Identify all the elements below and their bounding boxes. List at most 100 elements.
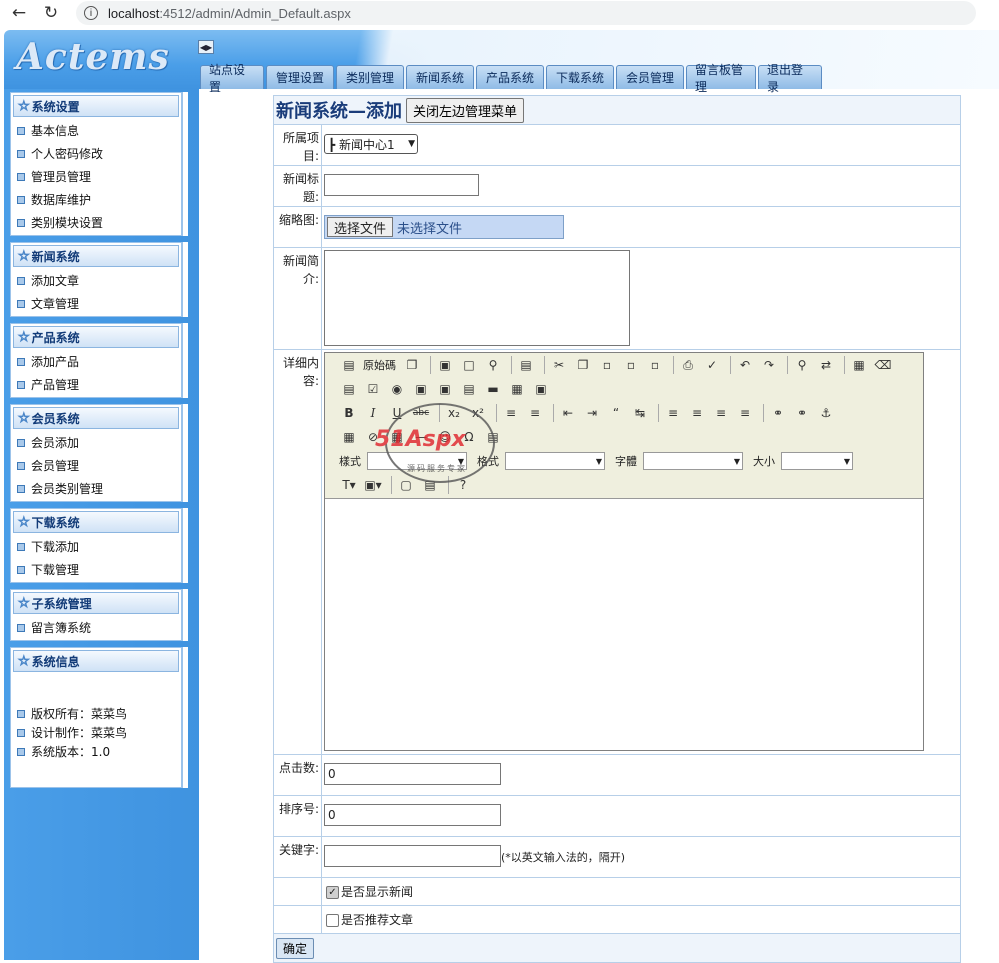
source-icon[interactable]: ▤ xyxy=(339,356,359,374)
undo-icon[interactable]: ↶ xyxy=(735,356,755,374)
maximize-icon[interactable]: ▢ xyxy=(396,476,416,494)
sidebar-item-manage-products[interactable]: 产品管理 xyxy=(11,373,181,396)
sidebar-item-manage-downloads[interactable]: 下载管理 xyxy=(11,558,181,581)
back-icon[interactable]: ← xyxy=(6,2,32,24)
tab-downloads[interactable]: 下载系统 xyxy=(546,65,614,89)
outdent-icon[interactable]: ⇤ xyxy=(558,404,578,422)
keywords-input[interactable] xyxy=(324,845,501,867)
indent-icon[interactable]: ⇥ xyxy=(582,404,602,422)
order-input[interactable]: 0 xyxy=(324,804,501,826)
tab-admin-settings[interactable]: 管理设置 xyxy=(266,65,334,89)
toolbar-row: ▤ ☑ ◉ ▣ ▣ ▤ ▬ ▦ ▣ xyxy=(325,377,923,401)
link-icon[interactable]: ⚭ xyxy=(768,404,788,422)
eraser-icon[interactable]: ⌫ xyxy=(873,356,893,374)
tab-products[interactable]: 产品系统 xyxy=(476,65,544,89)
font-select[interactable]: ▼ xyxy=(643,452,743,470)
hidden-field-icon[interactable]: ▣ xyxy=(531,380,551,398)
select-field-icon[interactable]: ▤ xyxy=(459,380,479,398)
toggle-sidebar-icon[interactable]: ◀▶ xyxy=(198,40,214,54)
recommend-checkbox[interactable] xyxy=(326,914,339,927)
intro-textarea[interactable] xyxy=(324,250,630,346)
replace-icon[interactable]: ⇄ xyxy=(816,356,836,374)
info-icon[interactable]: i xyxy=(84,6,98,20)
tab-logout[interactable]: 退出登录 xyxy=(758,63,822,94)
sidebar-item-add-member[interactable]: 会员添加 xyxy=(11,431,181,454)
bg-color-icon[interactable]: ▣▾ xyxy=(363,476,383,494)
title-label: 新闻标题: xyxy=(274,166,322,206)
copy-icon[interactable]: ❐ xyxy=(573,356,593,374)
find-icon[interactable]: ⚲ xyxy=(792,356,812,374)
justify-icon[interactable]: ≡ xyxy=(735,404,755,422)
sidebar-item-admins[interactable]: 管理员管理 xyxy=(11,165,181,188)
format-select[interactable]: ▼ xyxy=(505,452,605,470)
spellcheck-icon[interactable]: ✓ xyxy=(702,356,722,374)
template-icon[interactable]: ▤ xyxy=(516,356,536,374)
sidebar-item-member-categories[interactable]: 会员类别管理 xyxy=(11,477,181,500)
sidebar-item-password[interactable]: 个人密码修改 xyxy=(11,142,181,165)
preview-icon[interactable]: ⚲ xyxy=(483,356,503,374)
sidebar-item-category-modules[interactable]: 类别模块设置 xyxy=(11,211,181,234)
unordered-list-icon[interactable]: ≡ xyxy=(525,404,545,422)
show-news-checkbox[interactable]: ✓ xyxy=(326,886,339,899)
submit-button[interactable]: 确定 xyxy=(276,938,315,959)
bold-icon[interactable]: B xyxy=(339,404,359,422)
align-center-icon[interactable]: ≡ xyxy=(687,404,707,422)
text-color-icon[interactable]: T▾ xyxy=(339,476,359,494)
image-button-icon[interactable]: ▦ xyxy=(507,380,527,398)
sidebar-item-guestbook[interactable]: 留言簿系统 xyxy=(11,616,181,639)
tab-members[interactable]: 会员管理 xyxy=(616,65,684,89)
section-title: ☆ 产品系统 xyxy=(13,326,179,348)
image-icon[interactable]: ▦ xyxy=(339,428,359,446)
editor-toolbar: ▤ 原始碼 ❐ ▣ □ ⚲ ▤ ✂ ❐ ▫ ▫ ▫ ⎙ ✓ ↶ ↷ ⚲ ⇄ ▦ … xyxy=(325,353,923,499)
size-select[interactable]: ▼ xyxy=(781,452,853,470)
tab-category[interactable]: 类别管理 xyxy=(336,65,404,89)
cut-icon[interactable]: ✂ xyxy=(549,356,569,374)
blockquote-icon[interactable]: “ xyxy=(606,404,626,422)
textfield-icon[interactable]: ▣ xyxy=(411,380,431,398)
category-select[interactable]: ┣ 新闻中心1 ▼ xyxy=(324,134,418,154)
thumbnail-file-input[interactable]: 选择文件 未选择文件 xyxy=(324,215,564,239)
choose-file-button[interactable]: 选择文件 xyxy=(327,217,394,237)
sidebar-item-add-article[interactable]: 添加文章 xyxy=(11,269,181,292)
checkbox-icon[interactable]: ☑ xyxy=(363,380,383,398)
tab-guestbook[interactable]: 留言板管理 xyxy=(686,63,756,94)
button-field-icon[interactable]: ▬ xyxy=(483,380,503,398)
close-menu-button[interactable]: 关闭左边管理菜单 xyxy=(406,97,525,123)
address-bar[interactable]: i localhost:4512/admin/Admin_Default.asp… xyxy=(76,1,976,25)
reload-icon[interactable]: ↻ xyxy=(38,2,64,24)
form-icon[interactable]: ▤ xyxy=(339,380,359,398)
sidebar-item-database[interactable]: 数据库维护 xyxy=(11,188,181,211)
save-icon[interactable]: ▣ xyxy=(435,356,455,374)
source-label[interactable]: 原始碼 xyxy=(363,357,396,373)
sidebar-item-add-product[interactable]: 添加产品 xyxy=(11,350,181,373)
italic-icon[interactable]: I xyxy=(363,404,383,422)
new-page-icon[interactable]: □ xyxy=(459,356,479,374)
ordered-list-icon[interactable]: ≡ xyxy=(501,404,521,422)
radio-icon[interactable]: ◉ xyxy=(387,380,407,398)
paste-icon[interactable]: ▫ xyxy=(597,356,617,374)
print-icon[interactable]: ⎙ xyxy=(678,356,698,374)
sidebar-item-basic-info[interactable]: 基本信息 xyxy=(11,119,181,142)
sidebar-item-add-download[interactable]: 下载添加 xyxy=(11,535,181,558)
sidebar-item-manage-articles[interactable]: 文章管理 xyxy=(11,292,181,315)
tab-site-settings[interactable]: 站点设置 xyxy=(200,63,264,94)
align-right-icon[interactable]: ≡ xyxy=(711,404,731,422)
sidebar-item-manage-members[interactable]: 会员管理 xyxy=(11,454,181,477)
textarea-icon[interactable]: ▣ xyxy=(435,380,455,398)
clicks-input[interactable]: 0 xyxy=(324,763,501,785)
align-left-icon[interactable]: ≡ xyxy=(663,404,683,422)
redo-icon[interactable]: ↷ xyxy=(759,356,779,374)
paste-text-icon[interactable]: ▫ xyxy=(621,356,641,374)
star-icon: ☆ xyxy=(18,248,31,264)
editor-content-area[interactable] xyxy=(325,499,923,750)
thumb-label: 缩略图: xyxy=(274,207,322,247)
unlink-icon[interactable]: ⚭ xyxy=(792,404,812,422)
div-icon[interactable]: ↹ xyxy=(630,404,650,422)
select-all-icon[interactable]: ▦ xyxy=(849,356,869,374)
title-input[interactable] xyxy=(324,174,479,196)
paste-word-icon[interactable]: ▫ xyxy=(645,356,665,374)
square-bullet-icon xyxy=(17,172,25,181)
copy-icon[interactable]: ❐ xyxy=(402,356,422,374)
tab-news[interactable]: 新闻系统 xyxy=(406,65,474,89)
anchor-icon[interactable]: ⚓ xyxy=(816,404,836,422)
